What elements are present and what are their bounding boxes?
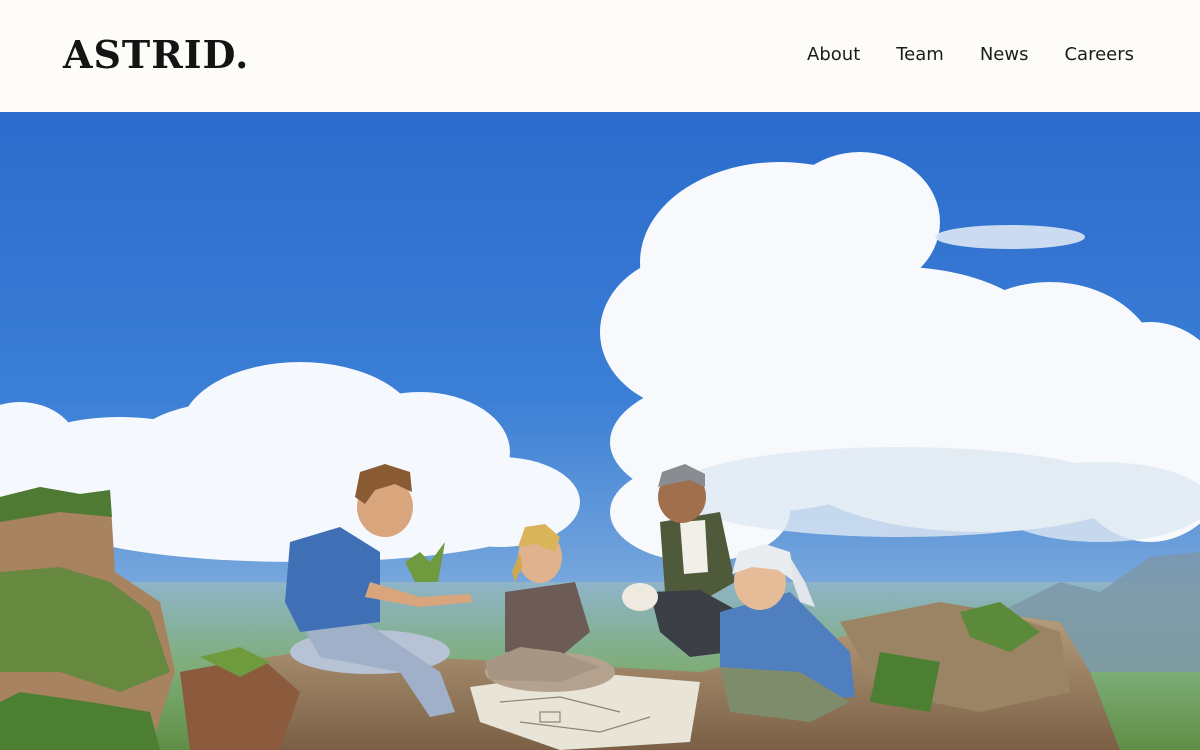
nav-link-about[interactable]: About [807,42,860,68]
hero-artwork [0,112,1200,750]
hero-illustration [0,112,1200,750]
nav-link-team[interactable]: Team [896,42,944,68]
cloud-wisp [935,225,1085,249]
nav-link-news[interactable]: News [980,42,1029,68]
site-header: ASTRID. About Team News Careers [0,0,1200,112]
logo[interactable]: ASTRID. [63,33,249,77]
main-nav: About Team News Careers [807,42,1134,68]
nav-link-careers[interactable]: Careers [1064,42,1134,68]
